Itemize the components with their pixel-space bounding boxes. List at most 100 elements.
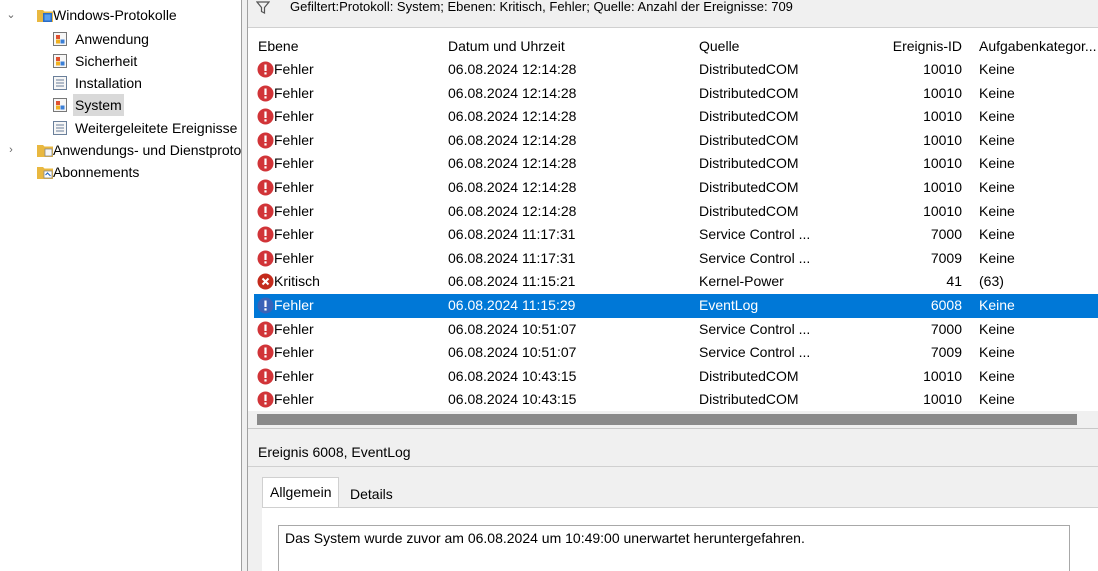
tree-item-abonnements[interactable]: Abonnements [0, 161, 241, 183]
table-row[interactable]: Fehler 06.08.2024 11:15:29 EventLog 6008 Kei… [254, 294, 1098, 318]
level-cell: Fehler [274, 179, 314, 195]
level-cell: Fehler [274, 297, 314, 313]
date-cell: 06.08.2024 10:51:07 [448, 320, 577, 337]
folder-logs-icon [36, 7, 53, 23]
level-cell: Fehler [274, 84, 314, 101]
task-category-cell: Keine [979, 131, 1015, 148]
date-cell: 06.08.2024 12:14:28 [448, 155, 577, 172]
tree-item-weitergeleitete-ereignisse[interactable]: Weitergeleitete Ereignisse [0, 117, 241, 139]
task-category-cell: Keine [979, 297, 1015, 313]
source-cell: DistributedCOM [699, 391, 799, 408]
source-cell: Kernel-Power [699, 273, 784, 290]
table-row[interactable]: Fehler 06.08.2024 12:14:28 DistributedCOM 1… [254, 152, 1098, 176]
tree-item-anwendung[interactable]: Anwendung [0, 28, 241, 50]
task-category-cell: Keine [979, 344, 1015, 361]
source-cell: DistributedCOM [699, 155, 799, 172]
source-cell: DistributedCOM [699, 108, 799, 125]
table-row[interactable]: Fehler 06.08.2024 11:17:31 Service Control… [254, 223, 1098, 247]
task-category-cell: Keine [979, 320, 1015, 337]
column-header-date[interactable]: Datum und Uhrzeit [448, 35, 565, 57]
folder-icon [36, 142, 53, 158]
event-id-cell: 10010 [923, 61, 962, 77]
table-row[interactable]: Fehler 06.08.2024 12:14:28 DistributedCOM 1… [254, 200, 1098, 224]
source-cell: Service Control ... [699, 344, 811, 361]
chevron-down-icon[interactable]: ⌄ [5, 4, 17, 26]
error-icon [257, 155, 274, 172]
event-detail-pane: Ereignis 6008, EventLog Allgemein Detail… [248, 428, 1098, 571]
scrollbar-thumb[interactable] [257, 414, 1077, 425]
tab-general[interactable]: Allgemein [262, 477, 340, 507]
level-cell: Fehler [274, 131, 314, 148]
event-id-cell: 10010 [923, 179, 962, 195]
column-header-task-category[interactable]: Aufgabenkategor... [979, 35, 1097, 57]
level-cell: Kritisch [274, 273, 320, 290]
task-category-cell: Keine [979, 367, 1015, 384]
error-icon [257, 250, 274, 267]
error-icon [257, 132, 274, 149]
tree-item-anwendungs-und-dienstprotokolle[interactable]: › Anwendungs- und Dienstprotokolle [0, 139, 241, 161]
event-id-cell: 10010 [923, 202, 962, 219]
error-icon [257, 108, 274, 125]
column-header-event-id[interactable]: Ereignis-ID [893, 35, 962, 57]
source-cell: DistributedCOM [699, 84, 799, 101]
table-row[interactable]: Kritisch 06.08.2024 11:15:21 Kernel-Power 4… [254, 270, 1098, 294]
table-row[interactable]: Fehler 06.08.2024 12:14:28 DistributedCOM 1… [254, 105, 1098, 129]
table-row[interactable]: Fehler 06.08.2024 10:43:15 DistributedCOM 1… [254, 365, 1098, 389]
horizontal-scrollbar[interactable] [248, 411, 1098, 428]
task-category-cell: Keine [979, 391, 1015, 408]
event-id-cell: 7000 [930, 226, 962, 243]
column-header-source[interactable]: Quelle [699, 35, 739, 57]
date-cell: 06.08.2024 12:14:28 [448, 61, 577, 77]
source-cell: Service Control ... [699, 320, 811, 337]
event-id-cell: 10010 [923, 155, 962, 172]
level-cell: Fehler [274, 249, 314, 266]
source-cell: EventLog [699, 297, 759, 313]
source-cell: DistributedCOM [699, 131, 799, 148]
tab-details[interactable]: Details [344, 481, 399, 507]
event-id-cell: 10010 [923, 131, 962, 148]
table-row[interactable]: Fehler 06.08.2024 11:17:31 Service Control… [254, 247, 1098, 271]
table-row[interactable]: Fehler 06.08.2024 10:51:07 Service Control… [254, 341, 1098, 365]
error-icon [257, 321, 274, 338]
task-category-cell: Keine [979, 249, 1015, 266]
tree-item-installation[interactable]: Installation [0, 72, 241, 94]
log-icon [52, 31, 68, 47]
level-cell: Fehler [274, 344, 314, 361]
pane-splitter[interactable] [241, 0, 248, 571]
error-icon [257, 391, 274, 408]
chevron-right-icon[interactable]: › [5, 139, 17, 161]
table-row[interactable]: Fehler 06.08.2024 10:43:15 DistributedCOM 1… [254, 388, 1098, 412]
tree-item-sicherheit[interactable]: Sicherheit [0, 50, 241, 72]
events-grid: Ebene Datum und Uhrzeit Quelle Ereignis-… [248, 28, 1098, 427]
tree-item-label: System [73, 94, 124, 116]
tree-item-label: Sicherheit [75, 53, 138, 69]
event-message[interactable]: Das System wurde zuvor am 06.08.2024 um … [278, 525, 1070, 571]
grid-header: Ebene Datum und Uhrzeit Quelle Ereignis-… [248, 35, 1098, 57]
level-cell: Fehler [274, 61, 314, 77]
error-icon [257, 368, 274, 385]
tab-content: Das System wurde zuvor am 06.08.2024 um … [262, 507, 1098, 571]
event-id-cell: 7009 [930, 249, 962, 266]
log-icon [52, 97, 68, 113]
task-category-cell: Keine [979, 108, 1015, 125]
table-row[interactable]: Fehler 06.08.2024 12:14:28 DistributedCOM 1… [254, 176, 1098, 200]
navigation-tree: ⌄ Windows-Protokolle Anwendung Sicherheit In… [0, 0, 241, 571]
task-category-cell: Keine [979, 202, 1015, 219]
date-cell: 06.08.2024 11:17:31 [448, 226, 576, 243]
tree-item-system[interactable]: System [0, 94, 241, 116]
table-row[interactable]: Fehler 06.08.2024 10:51:07 Service Control… [254, 318, 1098, 342]
task-category-cell: Keine [979, 179, 1015, 195]
table-row[interactable]: Fehler 06.08.2024 12:14:28 DistributedCOM 1… [254, 82, 1098, 106]
event-id-cell: 10010 [923, 84, 962, 101]
level-cell: Fehler [274, 108, 314, 125]
event-id-cell: 10010 [923, 391, 962, 408]
table-row[interactable]: Fehler 06.08.2024 12:14:28 DistributedCOM 1… [254, 58, 1098, 82]
table-row[interactable]: Fehler 06.08.2024 12:14:28 DistributedCOM 1… [254, 129, 1098, 153]
level-cell: Fehler [274, 202, 314, 219]
level-cell: Fehler [274, 320, 314, 337]
task-category-cell: Keine [979, 155, 1015, 172]
column-header-level[interactable]: Ebene [258, 35, 298, 57]
tree-item-windows-protokolle[interactable]: ⌄ Windows-Protokolle [0, 4, 241, 26]
level-cell: Fehler [274, 226, 314, 243]
task-category-cell: Keine [979, 61, 1015, 77]
